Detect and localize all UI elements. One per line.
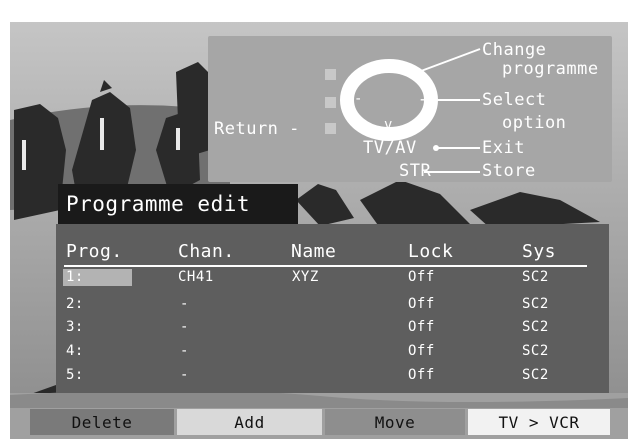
column-header-lock: Lock xyxy=(408,241,454,262)
chan-cell: CH41 xyxy=(178,269,214,285)
select-option-label-line1: Select xyxy=(482,90,547,110)
sys-cell: SC2 xyxy=(522,343,549,359)
column-header-prog: Prog. xyxy=(66,241,123,262)
nav-up-icon: ^ xyxy=(383,59,392,75)
lock-cell: Off xyxy=(408,343,435,359)
column-header-sys: Sys xyxy=(522,241,557,262)
indicator-square-2 xyxy=(325,97,336,108)
page-title: Programme edit xyxy=(66,192,251,216)
str-label: STR xyxy=(399,161,432,181)
return-label: Return - xyxy=(214,119,300,139)
programme-edit-title-box: Programme edit xyxy=(58,184,298,224)
move-button[interactable]: Move xyxy=(325,409,465,435)
change-programme-label-line2: programme xyxy=(502,59,599,79)
tvav-label: TV/AV xyxy=(363,138,417,158)
tv-vcr-button[interactable]: TV > VCR xyxy=(468,409,610,435)
prog-cell: 3: xyxy=(66,319,84,335)
lock-cell: Off xyxy=(408,269,435,285)
indicator-square-3 xyxy=(325,123,336,134)
sys-cell: SC2 xyxy=(522,269,549,285)
sys-cell: SC2 xyxy=(522,367,549,383)
prog-cell: 4: xyxy=(66,343,84,359)
exit-label: Exit xyxy=(482,138,525,158)
chan-cell: - xyxy=(180,367,189,383)
name-cell: XYZ xyxy=(292,269,319,285)
lock-cell: Off xyxy=(408,367,435,383)
lock-cell: Off xyxy=(408,319,435,335)
lock-cell: Off xyxy=(408,296,435,312)
nav-down-icon: v xyxy=(384,117,393,133)
prog-cell: 2: xyxy=(66,296,84,312)
column-header-chan: Chan. xyxy=(178,241,235,262)
select-option-label-line2: option xyxy=(502,113,567,133)
prog-cell: 5: xyxy=(66,367,84,383)
delete-button[interactable]: Delete xyxy=(30,409,174,435)
prog-cell: 1: xyxy=(66,269,84,285)
column-header-name: Name xyxy=(291,241,337,262)
store-label: Store xyxy=(482,161,536,181)
header-divider xyxy=(64,265,587,267)
sys-cell: SC2 xyxy=(522,296,549,312)
chan-cell: - xyxy=(180,296,189,312)
nav-left-icon: - xyxy=(354,91,363,107)
sys-cell: SC2 xyxy=(522,319,549,335)
change-programme-label-line1: Change xyxy=(482,40,547,60)
chan-cell: - xyxy=(180,319,189,335)
programme-table: Prog. Chan. Name Lock Sys 1: CH41 XYZ Of… xyxy=(56,224,609,393)
indicator-square-1 xyxy=(325,69,336,80)
help-panel: ^ v - + Change programme Select option R… xyxy=(208,36,612,182)
add-button[interactable]: Add xyxy=(177,409,322,435)
chan-cell: - xyxy=(180,343,189,359)
nav-right-icon: + xyxy=(420,90,431,109)
